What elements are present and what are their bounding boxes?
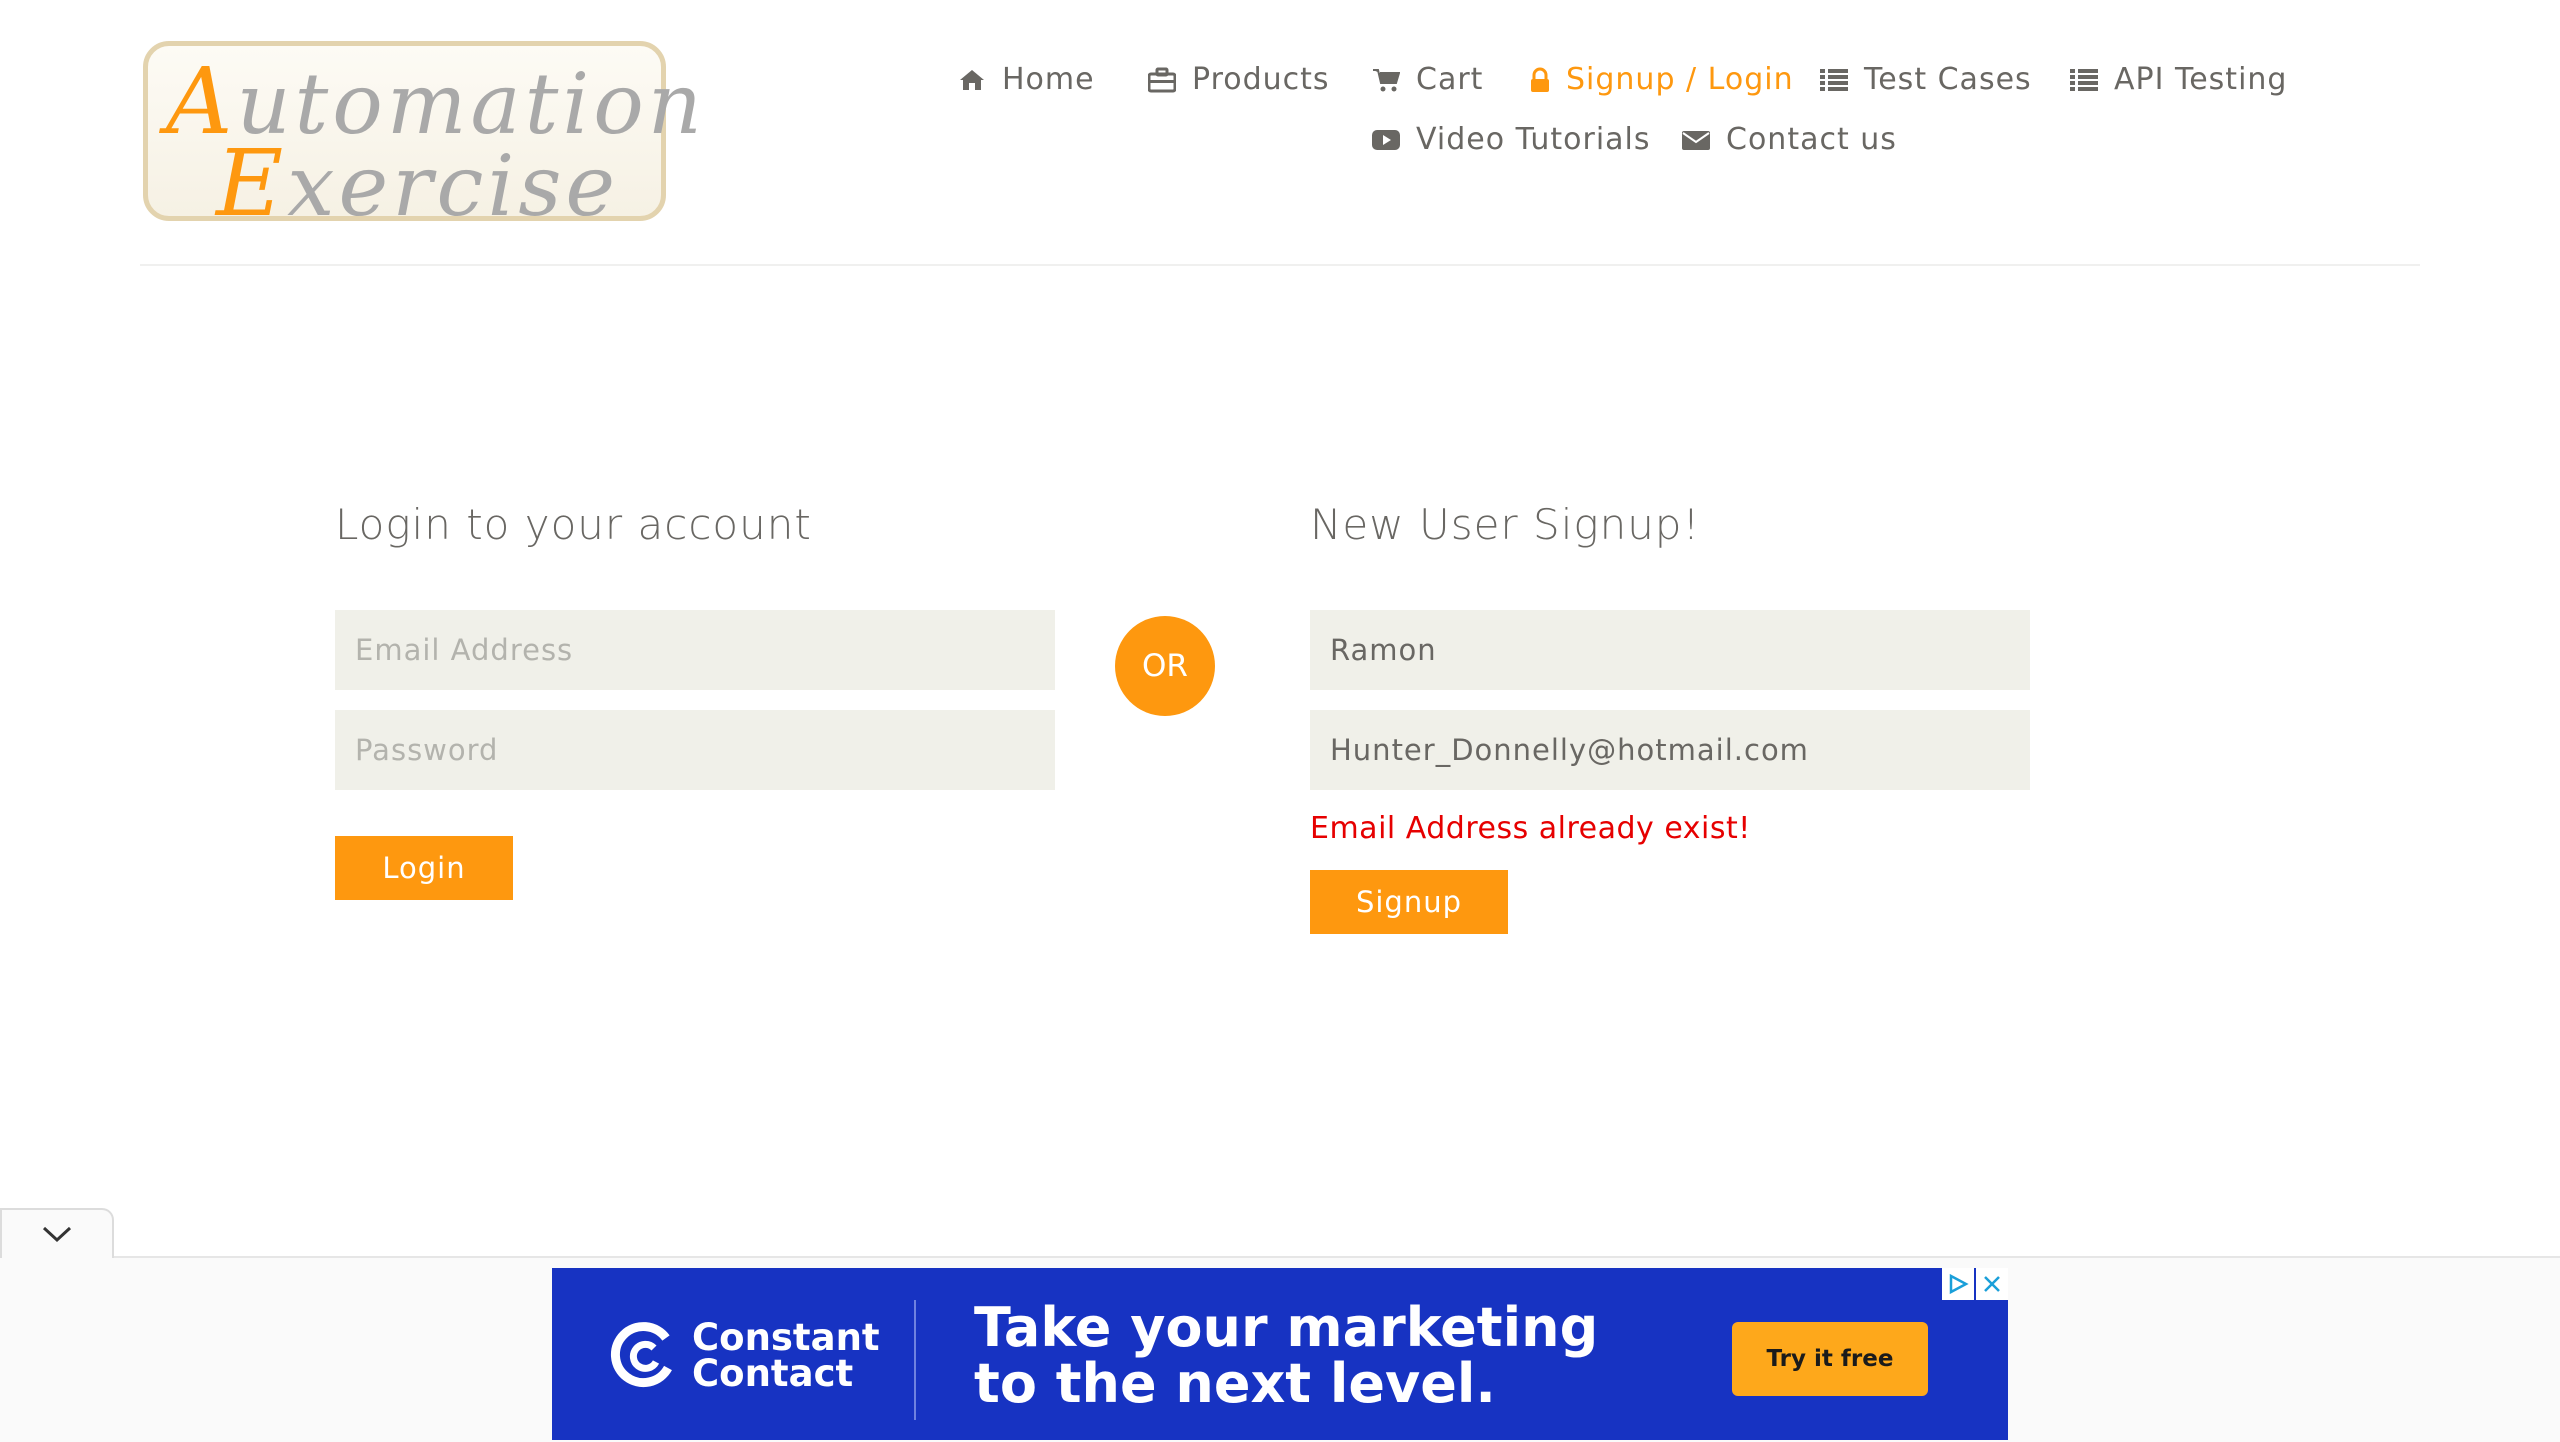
chevron-down-icon bbox=[42, 1226, 72, 1243]
nav-signup-login-label: Signup / Login bbox=[1566, 62, 1794, 97]
signup-button[interactable]: Signup bbox=[1310, 870, 1508, 934]
nav-api-testing[interactable]: API Testing bbox=[2070, 62, 2287, 97]
login-button[interactable]: Login bbox=[335, 836, 513, 900]
signup-title: New User Signup! bbox=[1310, 500, 1701, 549]
list-icon bbox=[2070, 68, 2098, 91]
nav-products[interactable]: Products bbox=[1148, 62, 1330, 97]
ad-headline: Take your marketing to the next level. bbox=[974, 1296, 1599, 1415]
main-nav: Home Products Cart Signup / Login Test C… bbox=[0, 58, 2560, 168]
signup-error-message: Email Address already exist! bbox=[1310, 811, 1751, 846]
lock-icon bbox=[1531, 67, 1549, 92]
nav-contact-us[interactable]: Contact us bbox=[1682, 122, 1897, 157]
cart-icon bbox=[1373, 68, 1400, 91]
nav-cart[interactable]: Cart bbox=[1372, 62, 1483, 97]
envelope-icon bbox=[1682, 130, 1710, 150]
ad-choices-icon[interactable] bbox=[1942, 1268, 1974, 1300]
login-title: Login to your account bbox=[335, 500, 812, 549]
constant-contact-logo-icon bbox=[610, 1322, 672, 1388]
nav-home[interactable]: Home bbox=[958, 62, 1095, 97]
ad-brand-name: Constant Contact bbox=[692, 1316, 880, 1395]
nav-video-tutorials[interactable]: Video Tutorials bbox=[1372, 122, 1651, 157]
nav-test-cases-label: Test Cases bbox=[1864, 62, 2032, 97]
nav-cart-label: Cart bbox=[1416, 62, 1484, 97]
header-divider bbox=[140, 264, 2420, 266]
signup-name-input[interactable] bbox=[1310, 610, 2030, 690]
nav-contact-us-label: Contact us bbox=[1726, 122, 1897, 157]
signup-email-input[interactable] bbox=[1310, 710, 2030, 790]
ad-close-icon[interactable] bbox=[1976, 1268, 2008, 1300]
ad-divider bbox=[914, 1300, 916, 1420]
nav-home-label: Home bbox=[1002, 62, 1095, 97]
nav-api-testing-label: API Testing bbox=[2114, 62, 2288, 97]
briefcase-icon bbox=[1148, 67, 1176, 92]
nav-signup-login[interactable]: Signup / Login bbox=[1530, 62, 1794, 97]
or-divider: OR bbox=[1115, 616, 1215, 716]
login-email-input[interactable] bbox=[335, 610, 1055, 690]
home-icon bbox=[960, 69, 984, 90]
nav-products-label: Products bbox=[1192, 62, 1330, 97]
ad-collapse-toggle[interactable] bbox=[0, 1208, 114, 1258]
nav-test-cases[interactable]: Test Cases bbox=[1820, 62, 2032, 97]
login-password-input[interactable] bbox=[335, 710, 1055, 790]
ad-try-free-button[interactable]: Try it free bbox=[1732, 1322, 1928, 1396]
youtube-play-icon bbox=[1372, 129, 1400, 150]
advertisement-banner[interactable]: Constant Contact Take your marketing to … bbox=[552, 1268, 2008, 1440]
list-icon bbox=[1820, 68, 1848, 91]
nav-video-tutorials-label: Video Tutorials bbox=[1416, 122, 1651, 157]
